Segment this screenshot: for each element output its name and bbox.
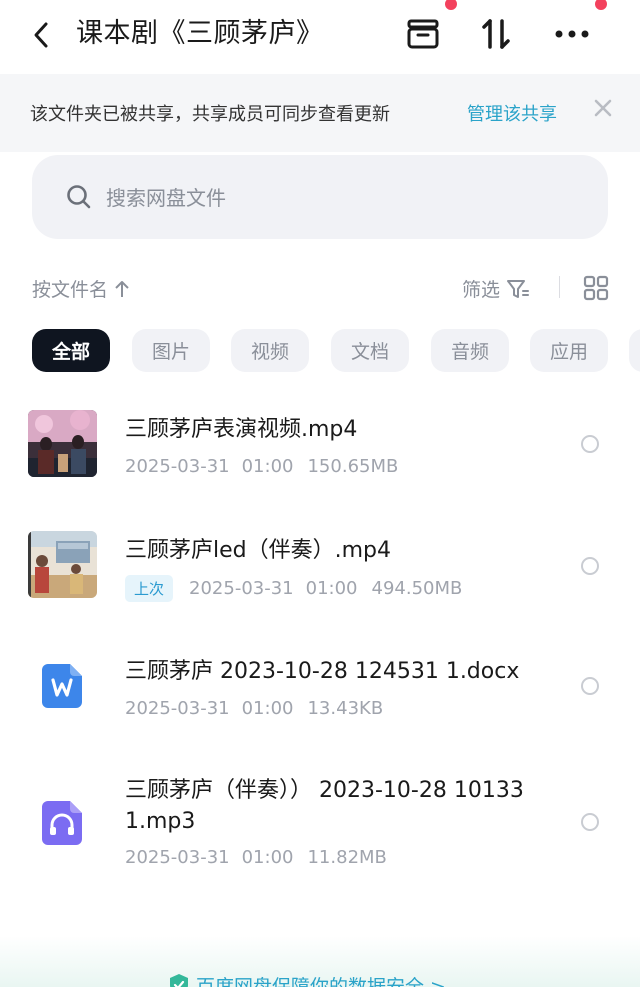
file-date: 2025-03-31	[125, 698, 230, 719]
share-notice: 该文件夹已被共享，共享成员可同步查看更新	[30, 104, 390, 125]
footer-banner: 百度网盘保障你的数据安全 >	[0, 936, 640, 987]
select-radio[interactable]	[581, 557, 599, 575]
chip-all[interactable]: 全部	[32, 329, 110, 372]
notification-dot	[445, 0, 457, 10]
back-icon	[34, 22, 48, 48]
file-row[interactable]: 三顾茅庐led（伴奏）.mp4 上次 2025-03-31 01:00 494.…	[0, 521, 640, 621]
audio-file-icon	[42, 801, 82, 845]
file-date: 2025-03-31	[125, 847, 230, 868]
video-thumbnail	[28, 410, 97, 477]
filter-icon	[507, 279, 530, 298]
word-doc-icon	[42, 664, 82, 708]
close-icon[interactable]	[591, 96, 615, 120]
chip-audio[interactable]: 音频	[431, 329, 509, 372]
file-time: 01:00	[241, 698, 294, 719]
select-radio[interactable]	[581, 813, 599, 831]
file-time: 01:00	[305, 578, 358, 599]
shield-icon	[170, 974, 188, 987]
page-title: 课本剧《三顾茅庐》	[76, 18, 324, 49]
file-meta: 2025-03-31 01:00 150.65MB	[125, 456, 398, 477]
divider	[559, 276, 560, 298]
search-bar[interactable]	[32, 155, 608, 239]
file-folder-screen: 课本剧《三顾茅庐》 该文件夹已被共享，共享成员可同步查看更新 管理该共享 搜索网…	[0, 0, 640, 987]
search-icon	[67, 185, 91, 209]
select-radio[interactable]	[581, 435, 599, 453]
file-name: 三顾茅庐（伴奏）） 2023-10-28 10133 1.mp3	[125, 778, 524, 834]
chip-apps[interactable]: 应用	[530, 329, 608, 372]
top-bar: 课本剧《三顾茅庐》	[0, 0, 640, 72]
file-name: 三顾茅庐 2023-10-28 124531 1.docx	[125, 659, 520, 684]
file-name: 三顾茅庐led（伴奏）.mp4	[125, 538, 391, 563]
grid-view-icon[interactable]	[582, 274, 610, 302]
arrow-up-icon	[115, 280, 129, 297]
select-radio[interactable]	[581, 677, 599, 695]
archive-button[interactable]	[403, 14, 443, 54]
file-meta: 上次 2025-03-31 01:00 494.50MB	[125, 575, 462, 602]
file-time: 01:00	[241, 456, 294, 477]
chip-images[interactable]: 图片	[132, 329, 210, 372]
file-time: 01:00	[241, 847, 294, 868]
file-date: 2025-03-31	[189, 578, 294, 599]
archive-icon	[407, 19, 439, 49]
sort-label: 按文件名	[32, 279, 109, 301]
notification-dot	[595, 0, 607, 10]
share-banner: 该文件夹已被共享，共享成员可同步查看更新 管理该共享	[0, 74, 640, 152]
category-chips: 全部 图片 视频 文档 音频 应用	[32, 329, 640, 373]
file-meta: 2025-03-31 01:00 13.43KB	[125, 698, 383, 719]
chip-videos[interactable]: 视频	[231, 329, 309, 372]
more-icon	[555, 30, 589, 38]
data-security-link[interactable]: 百度网盘保障你的数据安全 >	[196, 972, 446, 987]
more-button[interactable]	[552, 14, 592, 54]
file-row[interactable]: 三顾茅庐（伴奏）） 2023-10-28 10133 1.mp3 2025-03…	[0, 763, 640, 893]
file-size: 150.65MB	[307, 456, 399, 477]
manage-share-link[interactable]: 管理该共享	[467, 100, 557, 126]
sort-icon	[482, 19, 510, 49]
file-meta: 2025-03-31 01:00 11.82MB	[125, 847, 387, 868]
filter-label: 筛选	[462, 279, 501, 301]
file-size: 494.50MB	[371, 578, 463, 599]
chip-more[interactable]	[629, 329, 640, 372]
last-opened-badge: 上次	[125, 575, 174, 602]
file-row[interactable]: 三顾茅庐表演视频.mp4 2025-03-31 01:00 150.65MB	[0, 400, 640, 500]
file-date: 2025-03-31	[125, 456, 230, 477]
search-input[interactable]	[104, 180, 568, 216]
sort-by-name-button[interactable]: 按文件名	[32, 275, 130, 302]
transfer-button[interactable]	[477, 14, 517, 54]
file-name: 三顾茅庐表演视频.mp4	[125, 417, 358, 442]
file-row[interactable]: 三顾茅庐 2023-10-28 124531 1.docx 2025-03-31…	[0, 642, 640, 742]
filter-button[interactable]: 筛选	[462, 275, 530, 302]
file-size: 13.43KB	[307, 698, 384, 719]
video-thumbnail	[28, 531, 97, 598]
chip-documents[interactable]: 文档	[331, 329, 409, 372]
file-size: 11.82MB	[307, 847, 387, 868]
back-button[interactable]	[26, 18, 56, 52]
